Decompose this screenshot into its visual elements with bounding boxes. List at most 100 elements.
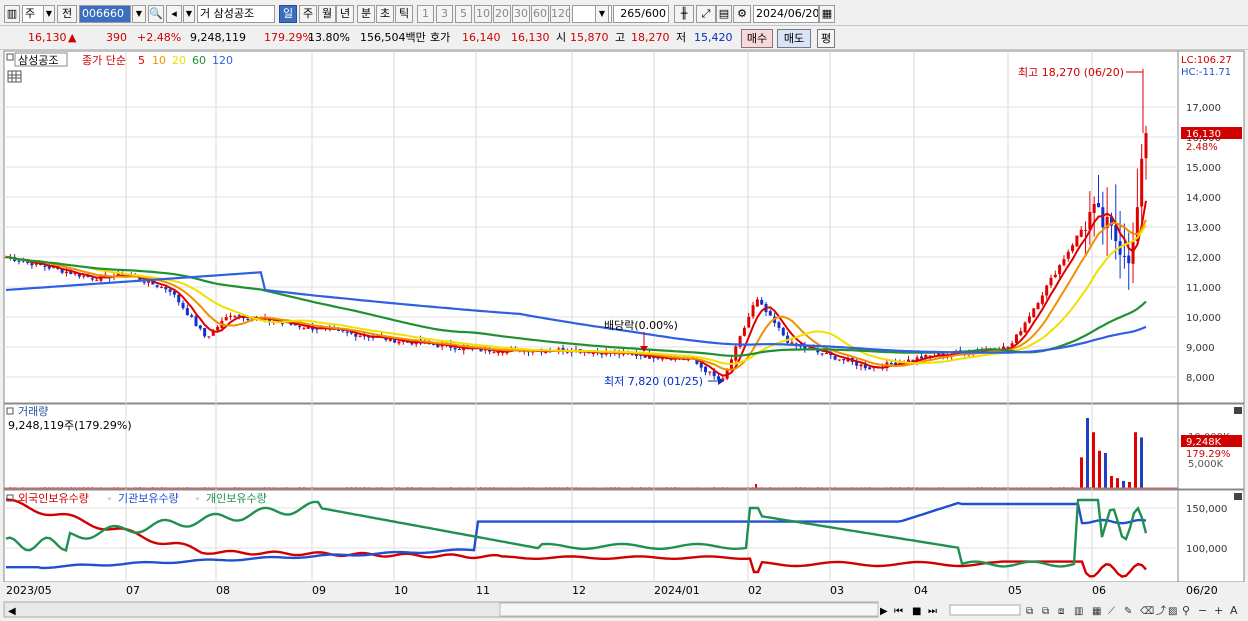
- volume-bar-recent: [1134, 432, 1137, 488]
- candle-body: [734, 346, 738, 361]
- image-icon[interactable]: ▨: [1168, 606, 1177, 617]
- candle-body: [90, 278, 94, 280]
- pen-icon[interactable]: ✎: [1124, 606, 1132, 617]
- volume-panel[interactable]: [3, 403, 1179, 490]
- sell-button[interactable]: 매도: [777, 29, 811, 48]
- candle-body: [1019, 331, 1023, 336]
- scroll-left-icon[interactable]: ◀: [8, 606, 16, 617]
- eraser-icon[interactable]: ⌫: [1140, 606, 1154, 617]
- price-change: 390: [106, 31, 127, 44]
- interval-tab-4[interactable]: 20: [493, 5, 511, 23]
- stop-icon[interactable]: ■: [912, 606, 921, 617]
- save-icon[interactable]: ▤: [716, 5, 732, 23]
- date-field[interactable]: 2024/06/20: [753, 5, 819, 23]
- buy-button[interactable]: 매수: [741, 29, 773, 48]
- chart-table-icon[interactable]: [7, 70, 22, 83]
- candle-body: [1079, 229, 1083, 237]
- settings-gear-icon[interactable]: ⚙: [733, 5, 751, 23]
- holding-axis-150k: 150,000: [1186, 504, 1227, 515]
- interval-tab-0[interactable]: 1: [417, 5, 434, 23]
- period-tab-6[interactable]: 틱: [395, 5, 413, 23]
- candle-body: [198, 325, 202, 329]
- volume-bar-recent: [1098, 450, 1101, 488]
- volume-bar-recent: [1092, 432, 1095, 488]
- price-tick-9: 17,000: [1186, 103, 1221, 114]
- volume-panel-close-icon[interactable]: [1234, 407, 1242, 414]
- interval-tab-5[interactable]: 30: [512, 5, 530, 23]
- stock-name-field[interactable]: 거 삼성공조: [197, 5, 275, 23]
- period-tab-0[interactable]: 일: [279, 5, 297, 23]
- layout-icon[interactable]: ⧉: [1026, 606, 1033, 617]
- sound-icon[interactable]: ◂: [166, 5, 182, 23]
- legend-ma60: 60: [192, 54, 206, 67]
- market-select[interactable]: 주: [22, 5, 44, 23]
- volume-bar: [755, 484, 757, 488]
- legend-ma10: 10: [152, 54, 166, 67]
- max-count: /600: [641, 7, 666, 20]
- candle-body: [1058, 265, 1062, 275]
- legend-ma20: 20: [172, 54, 186, 67]
- candle-body: [820, 353, 824, 355]
- eval-button[interactable]: 평: [817, 29, 835, 48]
- first-page-icon[interactable]: ⏮: [894, 606, 903, 617]
- ask-price: 16,140: [462, 31, 501, 44]
- volume-ratio: 179.29%: [264, 31, 313, 44]
- export-icon[interactable]: ⤴: [1156, 604, 1166, 617]
- search-icon[interactable]: 🔍: [148, 5, 164, 23]
- period-tab-3[interactable]: 년: [336, 5, 354, 23]
- candle-type-icon[interactable]: ╫: [674, 5, 694, 23]
- code-dropdown-icon[interactable]: ▼: [132, 5, 146, 23]
- candle-body: [751, 305, 755, 317]
- sound-dropdown-icon[interactable]: ▼: [183, 5, 195, 23]
- low-annotation: 최저 7,820 (01/25): [604, 375, 703, 388]
- split-icon[interactable]: ▥: [1074, 606, 1083, 617]
- period-tab-4[interactable]: 분: [357, 5, 375, 23]
- stock-code-input[interactable]: 006660: [79, 5, 131, 23]
- last-page-icon[interactable]: ⏭: [928, 606, 937, 617]
- calendar-icon[interactable]: ▦: [819, 5, 835, 23]
- holding-panel-close-icon[interactable]: [1234, 493, 1242, 500]
- interval-tab-7[interactable]: 120: [550, 5, 570, 23]
- price-tick-2: 10,000: [1186, 313, 1221, 324]
- volume-title: 거래량: [18, 405, 48, 418]
- candle-body: [1062, 259, 1066, 266]
- zoom-slider[interactable]: [949, 604, 1021, 616]
- compare-icon[interactable]: ⧈: [1058, 606, 1064, 617]
- zoom-out-icon[interactable]: −: [1198, 604, 1207, 617]
- scroll-thumb[interactable]: [499, 602, 879, 617]
- interval-tab-3[interactable]: 10: [474, 5, 492, 23]
- candle-body: [1023, 322, 1027, 333]
- interval-tab-1[interactable]: 3: [436, 5, 453, 23]
- blank-dropdown-icon[interactable]: ▼: [595, 5, 609, 23]
- period-tab-1[interactable]: 주: [299, 5, 317, 23]
- interval-tab-2[interactable]: 5: [455, 5, 472, 23]
- prev-button[interactable]: 전: [57, 5, 77, 23]
- period-tab-5[interactable]: 초: [376, 5, 394, 23]
- grid-icon[interactable]: ▦: [1092, 606, 1101, 617]
- x-axis-end-label: 06/20: [1186, 584, 1218, 597]
- stock-chart[interactable]: 8,000 9,000 10,000 11,000 12,000 13,000 14,000…: [0, 50, 1248, 621]
- zoom-in-icon[interactable]: +: [1214, 604, 1223, 617]
- candle-body: [496, 352, 500, 354]
- chart-menu-icon[interactable]: ▥: [4, 5, 20, 23]
- zoom-icon[interactable]: ⚲: [1182, 604, 1190, 617]
- candle-body: [345, 331, 349, 333]
- draw-tool-icon[interactable]: ⤢: [696, 5, 716, 23]
- open-price: 15,870: [570, 31, 609, 44]
- market-dropdown-icon[interactable]: ▼: [43, 5, 55, 23]
- period-tab-2[interactable]: 월: [318, 5, 336, 23]
- volume-bar-recent: [1116, 478, 1119, 488]
- date-tick-4: 10: [394, 584, 408, 597]
- candle-body: [82, 275, 86, 277]
- candle-body: [168, 289, 172, 292]
- trend-line-icon[interactable]: ⟋: [1108, 606, 1115, 617]
- font-size-icon[interactable]: A: [1230, 604, 1238, 617]
- x-axis-bar: [0, 582, 1248, 600]
- scroll-right-icon[interactable]: ▶: [880, 606, 888, 617]
- count-field[interactable]: 265/600: [613, 5, 669, 23]
- stock-name: 삼성공조: [213, 7, 255, 20]
- price-tick-7: 15,000: [1186, 163, 1221, 174]
- interval-tab-6[interactable]: 60: [531, 5, 549, 23]
- window-icon[interactable]: ⧉: [1042, 606, 1049, 617]
- quote-bar: 16,130 ▲ 390 +2.48% 9,248,119 179.29% 13…: [0, 27, 1248, 50]
